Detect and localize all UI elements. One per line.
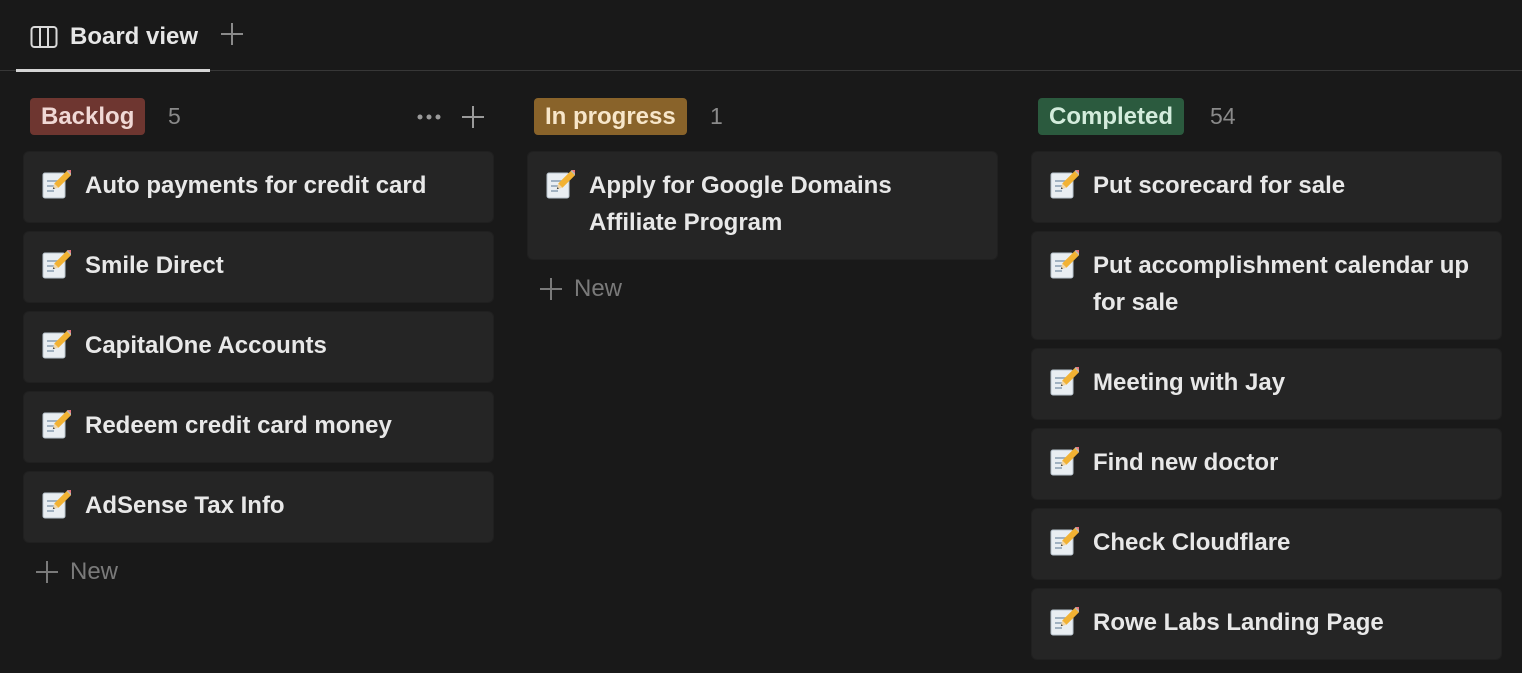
status-tag-completed[interactable]: Completed	[1038, 98, 1185, 135]
card-title: Find new doctor	[1093, 449, 1279, 476]
memo-pencil-icon	[41, 170, 71, 200]
board-card[interactable]: Apply for Google Domains Affiliate Progr…	[528, 152, 997, 259]
board-card[interactable]: AdSense Tax Info	[24, 472, 493, 542]
board-card[interactable]: Redeem credit card money	[24, 392, 493, 462]
board-card[interactable]: Put scorecard for sale	[1032, 152, 1501, 222]
memo-pencil-icon	[1049, 607, 1079, 637]
card-list: Auto payments for credit card Smile Dire…	[24, 152, 494, 592]
tab-board-view[interactable]: Board view	[16, 14, 210, 72]
active-tab-indicator	[16, 69, 210, 72]
board-card[interactable]: CapitalOne Accounts	[24, 312, 493, 382]
board-card[interactable]: Find new doctor	[1032, 429, 1501, 499]
column-header: Backlog 5	[24, 98, 494, 136]
column-header: Completed 54	[1032, 98, 1502, 136]
view-tab-bar: Board view	[0, 0, 1522, 72]
tab-board-view-label: Board view	[70, 23, 199, 50]
memo-pencil-icon	[1049, 367, 1079, 397]
card-title: Auto payments for credit card	[85, 172, 427, 199]
memo-pencil-icon	[41, 490, 71, 520]
card-title: Rowe Labs Landing Page	[1093, 609, 1384, 636]
memo-pencil-icon	[1049, 250, 1079, 280]
add-card-plus-icon[interactable]	[458, 102, 488, 132]
board-card[interactable]: Put accomplishment calendar up for sale	[1032, 232, 1501, 339]
add-view-plus-icon[interactable]	[218, 20, 246, 48]
card-title: CapitalOne Accounts	[85, 332, 327, 359]
new-card-label: New	[574, 275, 623, 302]
card-title: Apply for Google Domains Affiliate Progr…	[589, 172, 892, 236]
board-view-icon	[30, 26, 58, 48]
memo-pencil-icon	[41, 410, 71, 440]
column-in-progress: In progress 1 Apply for Google Domains A…	[528, 98, 998, 302]
card-count: 54	[1210, 103, 1236, 129]
card-title: Smile Direct	[85, 252, 224, 279]
card-title: Check Cloudflare	[1093, 529, 1291, 556]
memo-pencil-icon	[1049, 527, 1079, 557]
memo-pencil-icon	[1049, 170, 1079, 200]
card-title: Meeting with Jay	[1093, 369, 1286, 396]
new-card-button[interactable]: New	[24, 552, 494, 592]
column-header: In progress 1	[528, 98, 998, 136]
board-card[interactable]: Meeting with Jay	[1032, 349, 1501, 419]
board-card[interactable]: Check Cloudflare	[1032, 509, 1501, 579]
card-title: Put accomplishment calendar up for sale	[1093, 252, 1470, 316]
status-tag-in-progress[interactable]: In progress	[534, 98, 687, 135]
card-count: 5	[168, 103, 181, 129]
more-options-icon[interactable]	[414, 102, 444, 132]
new-card-button[interactable]: New	[528, 269, 998, 309]
card-list: Put scorecard for sale Put accomplishmen…	[1032, 152, 1502, 669]
new-card-label: New	[70, 558, 119, 585]
plus-icon	[540, 278, 562, 300]
card-title: AdSense Tax Info	[85, 492, 285, 519]
board-card[interactable]: Smile Direct	[24, 232, 493, 302]
memo-pencil-icon	[41, 250, 71, 280]
board-card[interactable]: Auto payments for credit card	[24, 152, 493, 222]
memo-pencil-icon	[1049, 447, 1079, 477]
memo-pencil-icon	[545, 170, 575, 200]
card-count: 1	[710, 103, 723, 129]
card-title: Redeem credit card money	[85, 412, 392, 439]
plus-icon	[36, 561, 58, 583]
column-backlog: Backlog 5 Auto payments for credit card …	[24, 98, 494, 585]
card-list: Apply for Google Domains Affiliate Progr…	[528, 152, 998, 309]
status-tag-backlog[interactable]: Backlog	[30, 98, 146, 135]
column-completed: Completed 54 Put scorecard for sale Put …	[1032, 98, 1502, 659]
board-card[interactable]: Rowe Labs Landing Page	[1032, 589, 1501, 659]
memo-pencil-icon	[41, 330, 71, 360]
card-title: Put scorecard for sale	[1093, 172, 1346, 199]
